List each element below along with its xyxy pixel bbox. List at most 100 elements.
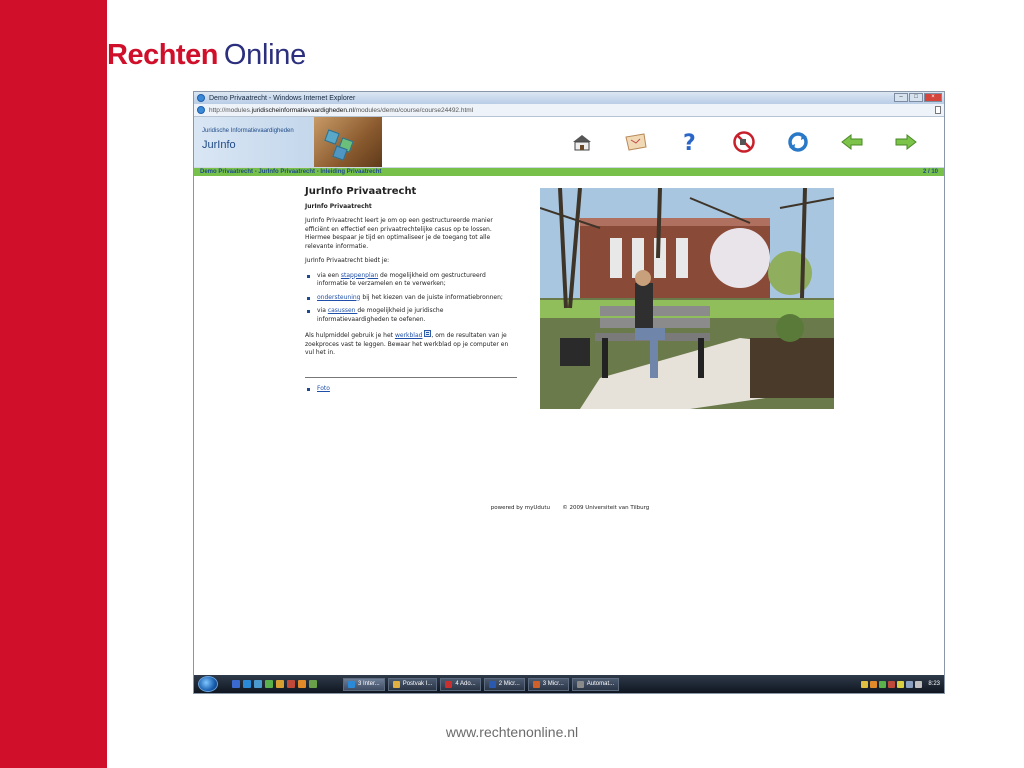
- internet-explorer-icon: [197, 94, 205, 102]
- page-subtitle: JurInfo Privaatrecht: [305, 203, 372, 210]
- app-icon[interactable]: [265, 680, 273, 688]
- course-content: JurInfo Privaatrecht JurInfo Privaatrech…: [194, 176, 944, 676]
- app-icon[interactable]: [287, 680, 295, 688]
- app-icon[interactable]: [276, 680, 284, 688]
- desktop-icon[interactable]: [232, 680, 240, 688]
- stop-icon[interactable]: [724, 131, 764, 153]
- banner-hands-image: [314, 117, 382, 167]
- footer-url: www.rechtenonline.nl: [445, 724, 579, 740]
- ie-icon: [348, 680, 355, 688]
- item-text: bij het kiezen van de juiste informatieb…: [360, 293, 503, 301]
- clock: 8:23: [928, 681, 940, 687]
- breadcrumb-strip: Demo Privaatrecht - JurInfo Privaatrecht…: [194, 168, 944, 176]
- breadcrumb: Demo Privaatrecht - JurInfo Privaatrecht…: [200, 169, 382, 175]
- task-label: Automat...: [586, 681, 615, 687]
- help-text: Als hulpmiddel gebruik je het: [305, 332, 395, 339]
- page-counter: 2 / 10: [922, 169, 938, 175]
- window-title: Demo Privaatrecht - Windows Internet Exp…: [209, 94, 356, 102]
- close-button[interactable]: ×: [924, 93, 942, 102]
- course-toolbar: ?: [548, 131, 926, 153]
- folder-icon[interactable]: [254, 680, 262, 688]
- copyright-text: © 2009 Universiteit van Tilburg: [562, 505, 650, 511]
- minimize-button[interactable]: –: [894, 93, 908, 102]
- volume-icon[interactable]: [915, 680, 923, 688]
- refresh-icon[interactable]: [778, 131, 818, 153]
- network-icon[interactable]: [906, 680, 914, 688]
- svg-text:?: ?: [683, 131, 696, 153]
- taskbar-button-outlook[interactable]: Postvak I...: [387, 677, 438, 691]
- forward-arrow-icon[interactable]: [886, 131, 926, 153]
- map-icon[interactable]: [616, 131, 656, 153]
- tray-icon[interactable]: [861, 680, 869, 688]
- campus-bench-photo: [540, 188, 834, 409]
- word-icon: [488, 680, 496, 688]
- home-icon[interactable]: [562, 131, 602, 153]
- task-label: 3 Inter...: [358, 681, 380, 687]
- foto-link[interactable]: Foto: [317, 385, 330, 392]
- system-tray: 8:23: [861, 680, 944, 688]
- tray-icon[interactable]: [888, 680, 896, 688]
- help-paragraph: Als hulpmiddel gebruik je het werkblad ,…: [305, 330, 517, 358]
- task-label: 2 Micr...: [498, 681, 520, 687]
- logo-stripes-icon: [92, 44, 106, 66]
- taskbar-button-adobe[interactable]: 4 Ado...: [440, 677, 481, 691]
- ondersteuning-link[interactable]: ondersteuning: [317, 294, 361, 301]
- dice-cube: [324, 129, 340, 145]
- tray-icon[interactable]: [879, 680, 887, 688]
- powerpoint-icon: [532, 680, 540, 688]
- page-title: JurInfo Privaatrecht: [305, 186, 417, 197]
- address-path: /modules/demo/course/course24492.html: [353, 106, 474, 114]
- course-credits: powered by myUdutu © 2009 Universiteit v…: [194, 505, 944, 511]
- werkblad-link[interactable]: werkblad: [395, 332, 423, 339]
- article: JurInfo Privaatrecht JurInfo Privaatrech…: [305, 186, 517, 392]
- powered-by-text: powered by myUdutu: [490, 505, 550, 511]
- quick-launch: [232, 680, 317, 688]
- offers-line: JurInfo Privaatrecht biedt je:: [305, 257, 390, 264]
- divider: [305, 376, 517, 378]
- taskbar-button-powerpoint[interactable]: 3 Micr...: [527, 677, 569, 691]
- start-button[interactable]: [198, 676, 218, 692]
- list-item: via casussen de mogelijkheid je juridisc…: [305, 307, 517, 324]
- address-bar[interactable]: http://modules. juridischeinformatievaard…: [194, 104, 944, 117]
- logo-text-red: Rechten: [107, 38, 218, 71]
- slide-red-sidebar: [0, 0, 107, 768]
- item-text: via een: [317, 271, 341, 279]
- dice-cube: [332, 145, 348, 161]
- stappenplan-link[interactable]: stappenplan: [341, 272, 378, 279]
- course-header: Juridische Informatievaardigheden JurInf…: [194, 117, 944, 168]
- browser-window: Demo Privaatrecht - Windows Internet Exp…: [193, 91, 945, 694]
- address-host: juridischeinformatievaardigheden.nl: [251, 106, 354, 114]
- page-globe-icon: [197, 106, 205, 114]
- jurinfo-banner: Juridische Informatievaardigheden JurInf…: [194, 117, 382, 167]
- back-arrow-icon[interactable]: [832, 131, 872, 153]
- help-icon[interactable]: ?: [670, 131, 710, 153]
- offers-list: via een stappenplan de mogelijkheid om g…: [305, 272, 517, 325]
- item-text: via: [317, 307, 328, 314]
- banner-title: JurInfo: [202, 139, 236, 151]
- maximize-button[interactable]: □: [909, 93, 923, 102]
- adobe-icon: [445, 680, 453, 688]
- address-prefix: http://modules.: [209, 106, 252, 114]
- tray-icon[interactable]: [897, 680, 905, 688]
- outlook-icon: [392, 680, 400, 688]
- foto-item: Foto: [305, 385, 517, 392]
- task-label: Postvak I...: [402, 681, 433, 687]
- window-titlebar: Demo Privaatrecht - Windows Internet Exp…: [194, 92, 944, 104]
- task-label: 4 Ado...: [455, 681, 476, 687]
- logo-text-blue: Online: [223, 38, 306, 71]
- ie-quick-icon[interactable]: [243, 680, 251, 688]
- list-item: via een stappenplan de mogelijkheid om g…: [305, 272, 517, 289]
- taskbar-button-automat[interactable]: Automat...: [571, 677, 620, 691]
- tray-icon[interactable]: [870, 680, 878, 688]
- window-controls: – □ ×: [894, 93, 942, 102]
- taskbar-buttons: 3 Inter... Postvak I... 4 Ado... 2 Micr.…: [343, 677, 620, 691]
- rechten-online-logo: Rechten Online: [92, 38, 306, 72]
- casussen-link[interactable]: casussen: [328, 307, 358, 314]
- compat-view-icon[interactable]: [935, 106, 941, 114]
- intro-paragraph: JurInfo Privaatrecht leert je om op een …: [305, 217, 493, 250]
- taskbar-button-word[interactable]: 2 Micr...: [483, 677, 525, 691]
- taskbar-button-ie[interactable]: 3 Inter...: [343, 677, 385, 691]
- app-icon: [576, 680, 584, 688]
- app-icon[interactable]: [298, 680, 306, 688]
- app-icon[interactable]: [309, 680, 317, 688]
